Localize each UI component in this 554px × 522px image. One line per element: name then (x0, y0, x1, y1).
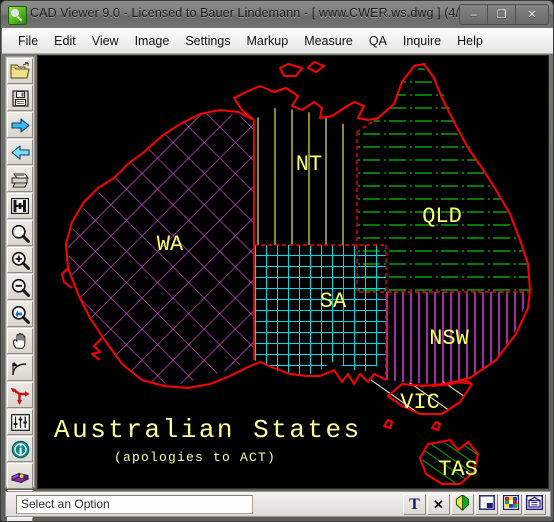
menu-item-markup[interactable]: Markup (239, 31, 297, 51)
menu-item-help[interactable]: Help (449, 31, 491, 51)
measure-axes-icon (10, 386, 30, 405)
state-label-nt: NT (296, 152, 322, 177)
maximize-button[interactable]: ❐ (488, 5, 516, 24)
state-label-sa: SA (320, 289, 347, 314)
manual-button[interactable] (7, 463, 33, 489)
state-label-tas: TAS (438, 457, 478, 482)
status-bar: Select an Option T ✕ (5, 491, 551, 517)
close-button[interactable]: ✕ (516, 5, 548, 24)
text-tool-icon: T (409, 495, 420, 513)
state-label-nsw: NSW (429, 326, 469, 351)
application-window: CAD Viewer 9.0 - Licensed to Bauer Linde… (0, 0, 554, 522)
arrow-left-icon (10, 144, 30, 161)
title-bar[interactable]: CAD Viewer 9.0 - Licensed to Bauer Linde… (1, 1, 553, 29)
clear-button[interactable]: ✕ (427, 494, 450, 515)
book-icon (10, 468, 30, 485)
drawing-subtitle: (apologies to ACT) (114, 450, 276, 465)
layers-button[interactable] (7, 409, 33, 435)
window-title: CAD Viewer 9.0 - Licensed to Bauer Linde… (30, 6, 471, 20)
menu-item-file[interactable]: File (10, 31, 46, 51)
info-icon (11, 440, 30, 459)
info-button[interactable] (7, 436, 33, 462)
image-frame-icon (525, 495, 544, 514)
zoom-in-button[interactable] (7, 247, 33, 273)
window-pane-icon (478, 495, 495, 514)
render-mode-button[interactable] (451, 494, 474, 515)
close-x-icon: ✕ (433, 497, 444, 512)
save-disk-icon (11, 89, 29, 107)
state-label-qld: QLD (422, 204, 462, 229)
pan-hand-icon (11, 332, 30, 350)
previous-page-button[interactable] (7, 139, 33, 165)
option-prompt-field[interactable]: Select an Option (16, 494, 253, 514)
magnifier-icon (11, 224, 30, 243)
state-label-wa: WA (157, 232, 184, 257)
open-folder-icon (10, 62, 30, 80)
measure-button[interactable] (7, 382, 33, 408)
zoom-out-icon (11, 278, 30, 297)
layers-adjust-icon (10, 413, 30, 431)
menu-item-inquire[interactable]: Inquire (395, 31, 449, 51)
fit-width-button[interactable] (7, 193, 33, 219)
undo-arrow-icon (11, 360, 30, 377)
layout-button[interactable] (475, 494, 498, 515)
color-palette-button[interactable] (499, 494, 522, 515)
zoom-in-icon (11, 251, 30, 270)
printer-icon (10, 171, 30, 188)
menu-item-measure[interactable]: Measure (296, 31, 361, 51)
text-tool-button[interactable]: T (403, 494, 426, 515)
drawing-canvas[interactable]: WA NT QLD SA NSW VIC TAS Australian Stat… (37, 55, 549, 489)
menu-item-view[interactable]: View (84, 31, 127, 51)
minimize-button[interactable]: – (460, 5, 488, 24)
pan-button[interactable] (7, 328, 33, 354)
australia-map: WA NT QLD SA NSW VIC TAS Australian Stat… (38, 56, 548, 488)
zoom-window-button[interactable] (7, 220, 33, 246)
open-file-button[interactable] (7, 58, 33, 84)
next-page-button[interactable] (7, 112, 33, 138)
window-controls: – ❐ ✕ (459, 4, 549, 25)
arrow-right-icon (10, 117, 30, 134)
color-palette-icon (502, 495, 519, 514)
left-toolbar: ? (5, 56, 35, 521)
exit-button[interactable] (7, 517, 33, 521)
menu-item-settings[interactable]: Settings (177, 31, 238, 51)
3d-shape-icon (455, 495, 470, 514)
undo-button[interactable] (7, 355, 33, 381)
image-properties-button[interactable] (523, 494, 546, 515)
drawing-title: Australian States (54, 415, 362, 445)
zoom-previous-button[interactable] (7, 301, 33, 327)
zoom-out-button[interactable] (7, 274, 33, 300)
menu-item-qa[interactable]: QA (361, 31, 395, 51)
fit-width-icon (11, 198, 29, 214)
save-file-button[interactable] (7, 85, 33, 111)
print-button[interactable] (7, 166, 33, 192)
app-logo-icon (8, 6, 27, 25)
menu-item-edit[interactable]: Edit (46, 31, 84, 51)
status-bar-buttons: T ✕ (402, 494, 546, 515)
menu-item-image[interactable]: Image (127, 31, 178, 51)
zoom-previous-icon (11, 305, 30, 324)
state-label-vic: VIC (400, 390, 440, 415)
menu-bar: File Edit View Image Settings Markup Mea… (2, 28, 553, 54)
